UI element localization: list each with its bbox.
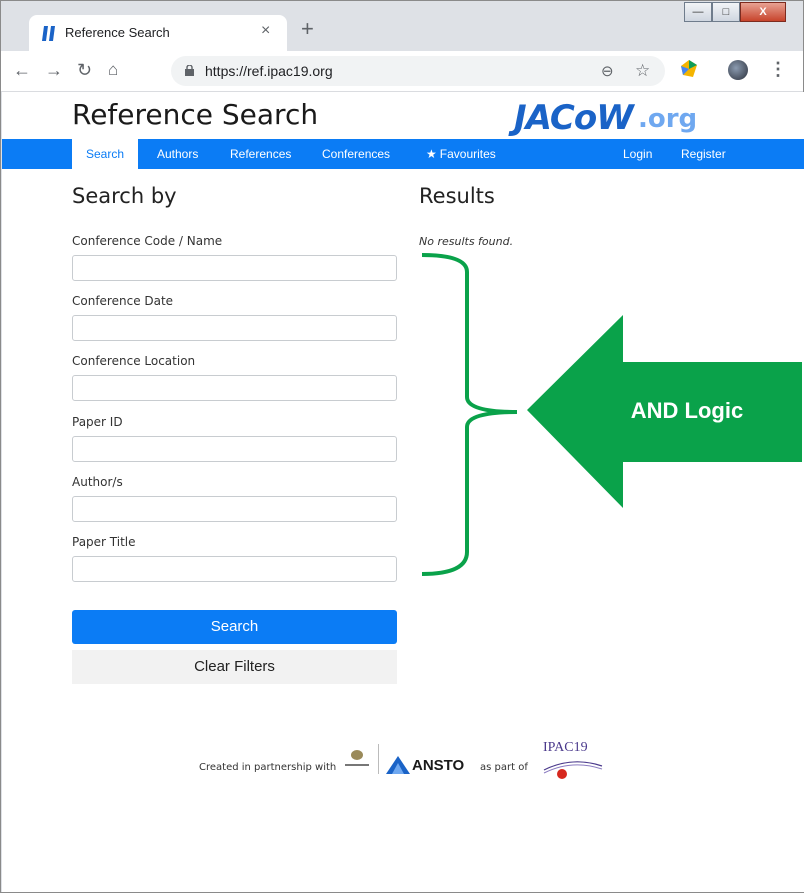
- logo-main-text: JACoW: [514, 98, 634, 138]
- footer-created-text: Created in partnership with: [199, 762, 337, 773]
- footer-divider: [378, 744, 379, 774]
- web-page: Reference Search JACoW .org Search Autho…: [2, 92, 804, 892]
- paper-id-input[interactable]: [72, 436, 397, 462]
- address-bar[interactable]: https://ref.ipac19.org ⊖ ☆: [171, 56, 665, 86]
- ansto-logo-text: ANSTO: [412, 757, 465, 774]
- lock-icon: [185, 65, 194, 76]
- field-label-location: Conference Location: [72, 354, 196, 368]
- zoom-icon[interactable]: ⊖: [601, 62, 614, 80]
- maximize-button[interactable]: □: [712, 2, 740, 22]
- field-label-paper-title: Paper Title: [72, 535, 136, 549]
- logo-suffix-text: .org: [638, 104, 698, 134]
- browser-tab[interactable]: Reference Search ×: [29, 15, 287, 51]
- ansto-logo-icon: [386, 756, 410, 774]
- footer: Created in partnership with ANSTO as par…: [2, 732, 804, 782]
- title-bar: Reference Search × + — □ X: [1, 1, 803, 51]
- tab-close-icon[interactable]: ×: [261, 22, 270, 40]
- close-window-button[interactable]: X: [740, 2, 786, 22]
- nav-favourites[interactable]: ★ Favourites: [412, 139, 510, 169]
- search-heading: Search by: [72, 184, 177, 208]
- footer-as-part-of: as part of: [480, 762, 528, 773]
- field-label-authors: Author/s: [72, 475, 123, 489]
- field-label-paper-id: Paper ID: [72, 415, 123, 429]
- conference-code-input[interactable]: [72, 255, 397, 281]
- nav-conferences[interactable]: Conferences: [308, 139, 404, 169]
- nav-login[interactable]: Login: [609, 139, 666, 169]
- authors-input[interactable]: [72, 496, 397, 522]
- and-logic-label: AND Logic: [631, 398, 743, 423]
- nav-search[interactable]: Search: [72, 139, 139, 169]
- star-icon: ★: [426, 147, 437, 161]
- government-crest-icon: [345, 750, 369, 766]
- forward-icon[interactable]: →: [45, 60, 63, 80]
- home-icon[interactable]: ⌂: [108, 60, 118, 80]
- nav-references[interactable]: References: [216, 139, 305, 169]
- tab-title: Reference Search: [65, 25, 170, 40]
- page-title: Reference Search: [72, 98, 319, 131]
- jacow-favicon-icon: [42, 26, 55, 41]
- nav-register[interactable]: Register: [667, 139, 740, 169]
- nav-favourites-label: Favourites: [439, 147, 496, 161]
- conference-date-input[interactable]: [72, 315, 397, 341]
- search-button[interactable]: Search: [72, 610, 397, 644]
- browser-window: Reference Search × + — □ X ← → ↻ ⌂ https…: [0, 0, 804, 893]
- new-tab-button[interactable]: +: [301, 18, 314, 40]
- minimize-button[interactable]: —: [684, 2, 712, 22]
- and-logic-annotation: AND Logic: [421, 253, 802, 576]
- field-label-date: Conference Date: [72, 294, 174, 308]
- clear-filters-button[interactable]: Clear Filters: [72, 650, 397, 684]
- extension-icon[interactable]: [679, 59, 699, 79]
- paper-title-input[interactable]: [72, 556, 397, 582]
- conference-location-input[interactable]: [72, 375, 397, 401]
- main-nav: Search Authors References Conferences ★ F…: [2, 139, 804, 169]
- results-heading: Results: [419, 184, 495, 208]
- avatar[interactable]: [728, 60, 748, 80]
- url-text: https://ref.ipac19.org: [205, 63, 333, 79]
- back-icon[interactable]: ←: [13, 60, 31, 80]
- ipac19-logo-icon: [543, 761, 603, 779]
- no-results-text: No results found.: [419, 235, 514, 248]
- field-label-conference: Conference Code / Name: [72, 234, 223, 248]
- bookmark-star-icon[interactable]: ☆: [635, 61, 650, 81]
- curly-brace: [421, 253, 518, 576]
- nav-authors[interactable]: Authors: [143, 139, 212, 169]
- window-controls: — □ X: [684, 2, 786, 23]
- reload-icon[interactable]: ↻: [77, 60, 92, 80]
- ipac19-logo-text: IPAC19: [543, 740, 588, 755]
- menu-icon[interactable]: ⋮: [769, 59, 787, 80]
